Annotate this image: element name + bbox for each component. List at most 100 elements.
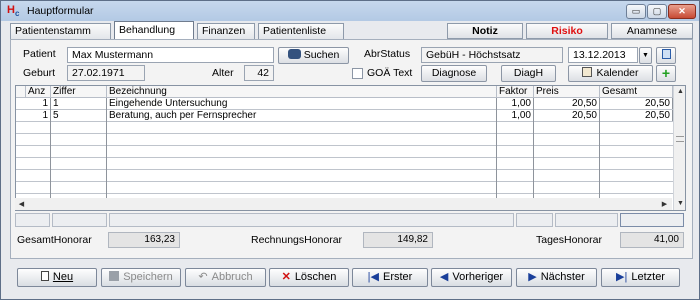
diagnose-button[interactable]: Diagnose [421,65,487,82]
grid-line [16,133,673,134]
grid-line [533,98,534,210]
horizontal-scrollbar[interactable]: ◀ ▶ [15,198,672,210]
risiko-button[interactable]: Risiko [526,23,608,39]
goae-text-label: GOÄ Text [367,67,413,79]
patient-label: Patient [23,48,56,60]
save-icon [109,271,120,281]
patient-name-field[interactable]: Max Mustermann [67,47,274,63]
scroll-grip-icon [676,136,684,142]
grid-line [496,98,497,210]
minimize-button[interactable]: ▭ [626,4,646,19]
notiz-button[interactable]: Notiz [447,23,523,39]
add-button[interactable]: + [656,65,676,82]
footer-field [109,213,514,227]
col-header-preis[interactable]: Preis [534,86,600,98]
grid-line [16,193,673,194]
first-record-icon: |◀ [367,271,379,283]
main-window: Hc Hauptformular ▭ ▢ ✕ Patientenstamm Be… [0,0,700,300]
scroll-down-icon[interactable]: ▼ [674,200,685,207]
geburt-field[interactable]: 27.02.1971 [67,65,145,81]
grid-line [16,169,673,170]
col-header-gesamt[interactable]: Gesamt [600,86,673,98]
alter-field: 42 [244,65,274,81]
tages-honorar-value: 41,00 [620,232,684,248]
grid-line [16,157,673,158]
datum-field[interactable]: 13.12.2013 [568,47,638,63]
app-logo-icon: Hc [7,4,20,19]
vorheriger-button[interactable]: ◀ Vorheriger [431,268,512,287]
vorheriger-label: Vorheriger [452,271,504,283]
new-document-icon [40,271,49,281]
copy-button[interactable] [656,47,676,64]
tages-honorar-label: TagesHonorar [536,234,602,246]
scroll-right-icon[interactable]: ▶ [658,200,671,208]
abrstatus-label: AbrStatus [364,48,411,60]
rechnungs-honorar-value: 149,82 [363,232,433,248]
vertical-scrollbar[interactable]: ▲ ▼ [673,86,685,210]
naechster-label: Nächster [540,271,585,283]
kalender-button[interactable]: Kalender [568,65,653,82]
calendar-icon [582,67,593,77]
gesamt-honorar-label: GesamtHonorar [17,234,92,246]
copy-icon [661,49,671,59]
maximize-button[interactable]: ▢ [647,4,667,19]
footer-field [52,213,107,227]
tab-finanzen[interactable]: Finanzen [197,23,255,39]
col-header-anz[interactable]: Anz [26,86,51,98]
grid-line [599,98,600,210]
grid-line [106,98,107,210]
loeschen-label: Löschen [294,271,337,283]
speichern-label: Speichern [123,271,173,283]
neu-label: Neu [52,271,74,283]
col-header-ziffer[interactable]: Ziffer [51,86,107,98]
col-header-bezeichnung[interactable]: Bezeichnung [107,86,497,98]
tab-patientenliste[interactable]: Patientenliste [258,23,344,39]
chevron-down-icon: ▼ [642,52,649,59]
grid-line [50,98,51,210]
tab-patientenstamm[interactable]: Patientenstamm [10,23,111,39]
geburt-label: Geburt [23,67,56,79]
grid-line [16,121,673,122]
previous-record-icon: ◀ [439,271,449,283]
scroll-up-icon[interactable]: ▲ [674,88,685,95]
grid-line [16,145,673,146]
footer-field [620,213,684,227]
tab-behandlung[interactable]: Behandlung [114,21,194,39]
alter-label: Alter [212,67,234,79]
next-record-icon: ▶ [528,271,537,283]
rechnungs-honorar-label: RechnungsHonorar [251,234,343,246]
anamnese-button[interactable]: Anamnese [611,23,693,39]
erster-button[interactable]: |◀ Erster [352,268,428,287]
plus-icon: + [661,65,671,81]
grid-line [16,181,673,182]
suchen-button[interactable]: Suchen [278,47,349,64]
col-header-faktor[interactable]: Faktor [497,86,534,98]
abbruch-label: Abbruch [211,271,253,283]
close-button[interactable]: ✕ [668,4,696,19]
footer-field [516,213,553,227]
speichern-button[interactable]: Speichern [101,268,181,287]
window-title: Hauptformular [27,5,94,17]
naechster-button[interactable]: ▶ Nächster [516,268,597,287]
abbruch-button[interactable]: ↶ Abbruch [185,268,266,287]
binoculars-icon [287,49,301,59]
suchen-label: Suchen [303,49,340,61]
scroll-left-icon[interactable]: ◀ [15,200,28,208]
letzter-label: Letzter [631,271,665,283]
loeschen-button[interactable]: ✕ Löschen [269,268,349,287]
goae-text-checkbox[interactable] [352,68,363,79]
diagh-button[interactable]: DiagH [501,65,556,82]
kalender-label: Kalender [596,67,639,79]
footer-field [15,213,50,227]
neu-button[interactable]: Neu [17,268,97,287]
abrstatus-field[interactable]: GebüH - Höchstsatz [421,47,563,63]
datum-dropdown-button[interactable]: ▼ [639,47,652,64]
letzter-button[interactable]: ▶| Letzter [601,268,680,287]
leistungen-table: Anz Ziffer Bezeichnung Faktor Preis Gesa… [15,85,686,211]
gesamt-honorar-value: 163,23 [108,232,180,248]
undo-icon: ↶ [198,271,208,283]
delete-x-icon: ✕ [281,271,291,283]
title-bar [1,1,699,21]
footer-field [555,213,618,227]
last-record-icon: ▶| [616,271,628,283]
